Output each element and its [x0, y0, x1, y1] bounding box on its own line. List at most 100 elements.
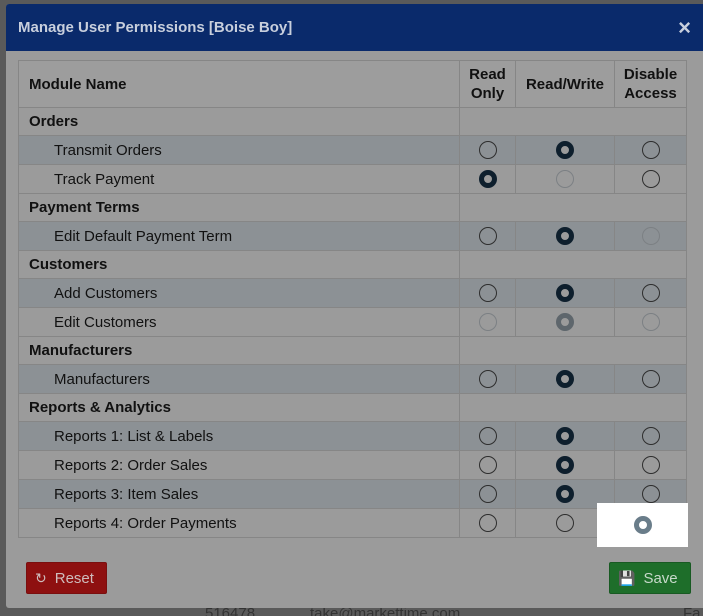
permission-label: Edit Customers: [18, 307, 460, 337]
read-only-radio[interactable]: [478, 456, 497, 475]
reports-4-disable-access-radio-highlight[interactable]: [633, 516, 652, 534]
table-row: Track Payment: [18, 164, 687, 194]
table-row: Edit Customers: [18, 307, 687, 337]
read-write-radio[interactable]: [556, 284, 574, 303]
group-row-spacer: [459, 250, 687, 279]
radio-cell: [515, 307, 615, 337]
read-write-radio: [556, 170, 574, 189]
disable-radio[interactable]: [641, 456, 660, 475]
reset-button-label: Reset: [54, 569, 94, 587]
column-header-disable-access: Disable Access: [614, 60, 687, 108]
read-only-radio: [478, 313, 497, 332]
permission-label: Manufacturers: [18, 364, 460, 394]
radio-cell: [614, 278, 687, 308]
dialog-header: Manage User Permissions [Boise Boy] ×: [6, 4, 703, 51]
group-name: Payment Terms: [18, 193, 460, 222]
radio-cell: [614, 421, 687, 451]
close-icon[interactable]: ×: [678, 16, 691, 39]
table-header-row: Module Name Read Only Read/Write Disable…: [18, 60, 687, 108]
refresh-icon: ↻: [35, 569, 47, 586]
disable-radio[interactable]: [641, 284, 660, 303]
read-write-radio: [556, 313, 574, 332]
group-row: Payment Terms: [18, 193, 687, 222]
radio-cell: [515, 135, 615, 165]
floppy-disk-icon: 💾: [618, 569, 636, 586]
focus-highlight: [597, 503, 688, 547]
radio-cell: [515, 364, 615, 394]
radio-cell: [459, 164, 516, 194]
group-row-spacer: [459, 107, 687, 136]
radio-cell: [515, 421, 615, 451]
table-row: Edit Default Payment Term: [18, 221, 687, 251]
group-name: Reports & Analytics: [18, 393, 460, 422]
group-row-spacer: [459, 336, 687, 365]
table-row: Reports 3: Item Sales: [18, 479, 687, 509]
read-only-radio[interactable]: [478, 427, 497, 446]
table-row: Add Customers: [18, 278, 687, 308]
radio-cell: [515, 221, 615, 251]
group-row: Manufacturers: [18, 336, 687, 365]
save-button[interactable]: 💾 Save: [609, 562, 691, 594]
disable-radio[interactable]: [641, 427, 660, 446]
column-header-read-only: Read Only: [459, 60, 516, 108]
group-name: Orders: [18, 107, 460, 136]
read-only-radio[interactable]: [478, 227, 497, 246]
save-button-label: Save: [643, 569, 678, 587]
column-header-read-write: Read/Write: [515, 60, 615, 108]
table-row: Reports 2: Order Sales: [18, 450, 687, 480]
read-write-radio[interactable]: [556, 456, 574, 475]
read-write-radio[interactable]: [556, 141, 574, 160]
disable-radio: [641, 227, 660, 246]
read-only-radio[interactable]: [478, 485, 497, 504]
radio-cell: [459, 450, 516, 480]
disable-radio[interactable]: [641, 485, 660, 504]
permission-label: Transmit Orders: [18, 135, 460, 165]
permissions-table: Module Name Read Only Read/Write Disable…: [18, 60, 687, 538]
disable-radio[interactable]: [641, 370, 660, 389]
radio-cell: [515, 278, 615, 308]
table-row: Transmit Orders: [18, 135, 687, 165]
permission-label: Reports 2: Order Sales: [18, 450, 460, 480]
radio-cell: [614, 164, 687, 194]
permission-label: Reports 3: Item Sales: [18, 479, 460, 509]
group-row-spacer: [459, 393, 687, 422]
read-write-radio[interactable]: [556, 427, 574, 446]
table-row: Manufacturers: [18, 364, 687, 394]
reset-button[interactable]: ↻ Reset: [26, 562, 107, 594]
radio-cell: [614, 221, 687, 251]
permission-label: Edit Default Payment Term: [18, 221, 460, 251]
radio-cell: [459, 278, 516, 308]
group-row: Customers: [18, 250, 687, 279]
read-write-radio[interactable]: [556, 485, 574, 504]
read-only-radio[interactable]: [478, 170, 497, 189]
group-name: Manufacturers: [18, 336, 460, 365]
read-only-radio[interactable]: [478, 141, 497, 160]
radio-cell: [459, 508, 516, 538]
read-only-radio[interactable]: [478, 514, 497, 533]
permission-label: Reports 1: List & Labels: [18, 421, 460, 451]
radio-cell: [459, 421, 516, 451]
disable-radio[interactable]: [641, 170, 660, 189]
read-only-radio[interactable]: [478, 284, 497, 303]
read-write-radio[interactable]: [556, 514, 574, 533]
group-row-spacer: [459, 193, 687, 222]
radio-cell: [515, 450, 615, 480]
group-row: Reports & Analytics: [18, 393, 687, 422]
disable-radio[interactable]: [641, 141, 660, 160]
radio-cell: [614, 135, 687, 165]
read-write-radio[interactable]: [556, 370, 574, 389]
table-row: Reports 1: List & Labels: [18, 421, 687, 451]
radio-cell: [614, 364, 687, 394]
radio-cell: [614, 450, 687, 480]
radio-cell: [459, 307, 516, 337]
group-row: Orders: [18, 107, 687, 136]
read-write-radio[interactable]: [556, 227, 574, 246]
radio-cell: [459, 479, 516, 509]
dialog-title: Manage User Permissions [Boise Boy]: [18, 19, 293, 36]
table-row: Reports 4: Order Payments: [18, 508, 687, 538]
radio-cell: [614, 307, 687, 337]
permission-label: Track Payment: [18, 164, 460, 194]
column-header-module: Module Name: [18, 60, 460, 108]
read-only-radio[interactable]: [478, 370, 497, 389]
radio-cell: [515, 164, 615, 194]
